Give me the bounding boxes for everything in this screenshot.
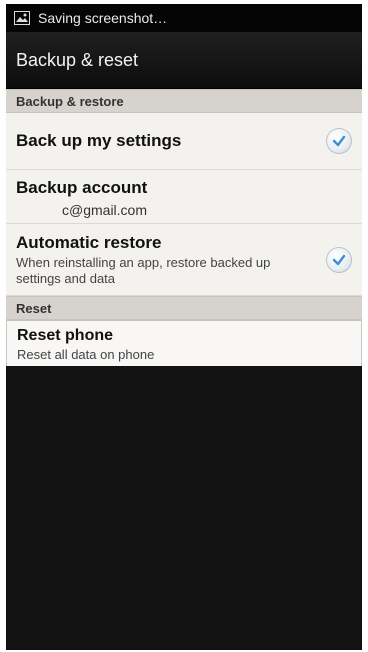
- automatic-restore-description: When reinstalling an app, restore backed…: [16, 254, 271, 286]
- reset-phone-label: Reset phone: [17, 327, 114, 344]
- checkmark-icon: [332, 135, 346, 147]
- back-up-settings-label: Back up my settings: [16, 131, 182, 150]
- section-header-reset: Reset: [6, 296, 362, 320]
- backup-account-value: c@gmail.com: [62, 202, 148, 218]
- row-text: Backup account c@gmail.com: [16, 178, 147, 218]
- row-text: Back up my settings: [16, 131, 181, 151]
- back-up-settings-row[interactable]: Back up my settings: [6, 113, 362, 170]
- checkmark-icon: [332, 254, 346, 265]
- backup-account-label: Backup account: [16, 178, 148, 197]
- automatic-restore-checkbox[interactable]: [326, 246, 352, 273]
- page-title-bar: Backup & reset: [6, 32, 362, 89]
- back-up-settings-checkbox[interactable]: [326, 128, 352, 154]
- row-text: Reset phone Reset all data on phone: [17, 327, 154, 363]
- phone-screen: Saving screenshot… Backup & reset Backup…: [6, 4, 362, 650]
- empty-background: [6, 366, 362, 650]
- section-header-backup-restore: Backup & restore: [6, 89, 362, 113]
- section-header-label: Reset: [16, 300, 52, 316]
- row-text: Automatic restore When reinstalling an a…: [16, 233, 306, 287]
- reset-phone-description: Reset all data on phone: [17, 347, 155, 362]
- page-title: Backup & reset: [16, 49, 139, 70]
- settings-list: Backup & restore Back up my settings Bac…: [6, 89, 362, 370]
- status-bar: Saving screenshot…: [6, 4, 362, 32]
- image-icon: [14, 11, 30, 25]
- section-header-label: Backup & restore: [16, 93, 124, 109]
- backup-account-row[interactable]: Backup account c@gmail.com: [6, 170, 362, 224]
- automatic-restore-label: Automatic restore: [16, 232, 162, 252]
- reset-phone-row[interactable]: Reset phone Reset all data on phone: [6, 320, 362, 370]
- automatic-restore-row[interactable]: Automatic restore When reinstalling an a…: [6, 224, 362, 296]
- status-notification-text: Saving screenshot…: [38, 10, 168, 26]
